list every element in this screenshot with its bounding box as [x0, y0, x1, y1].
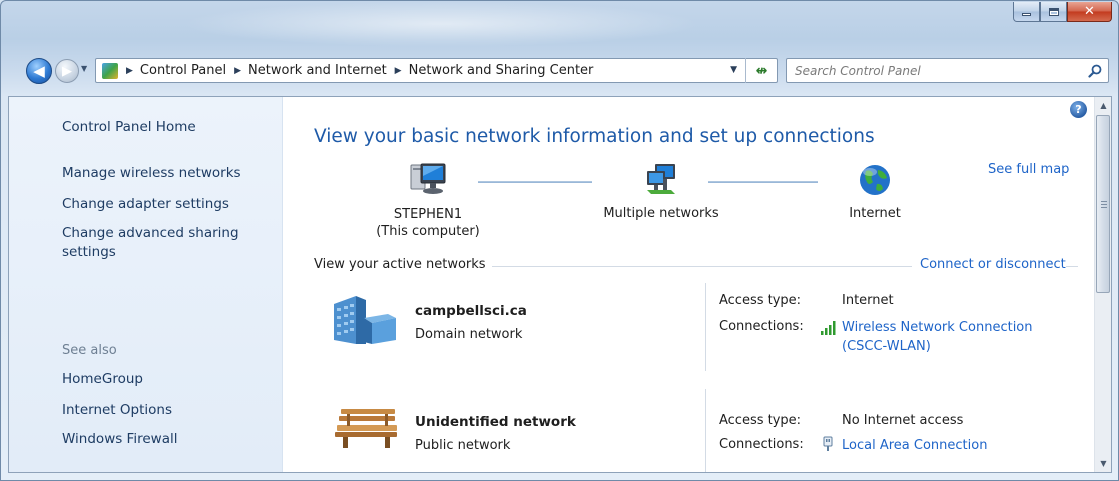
domain-building-icon — [334, 296, 396, 344]
forward-button[interactable]: ▶ — [55, 59, 79, 83]
internet-options-link[interactable]: Internet Options — [62, 402, 172, 418]
scrollbar-thumb[interactable] — [1096, 115, 1110, 293]
map-node-multiple-networks[interactable] — [601, 162, 721, 198]
minimize-button[interactable] — [1013, 2, 1040, 22]
search-icon — [1088, 64, 1102, 78]
window-frame: ✕ ◀ ▶ ▼ ▶ Control Panel ▶ Network and In… — [0, 0, 1119, 481]
wireless-connection-name[interactable]: Wireless Network Connection — [842, 318, 1033, 337]
forward-arrow-icon: ▶ — [62, 63, 72, 79]
map-node-internet[interactable] — [830, 162, 920, 198]
task-sidebar: Control Panel Home Manage wireless netwo… — [9, 97, 283, 472]
network-2-connections-label: Connections: — [719, 437, 804, 452]
client-area: Control Panel Home Manage wireless netwo… — [8, 96, 1112, 473]
network-2-name: Unidentified network — [415, 414, 576, 430]
maximize-button[interactable] — [1040, 2, 1067, 22]
navigation-bar: ◀ ▶ ▼ ▶ Control Panel ▶ Network and Inte… — [1, 55, 1118, 85]
refresh-icon: ↮ — [755, 62, 768, 79]
recent-pages-dropdown[interactable]: ▼ — [81, 64, 91, 74]
network-1-access-type-label: Access type: — [719, 293, 802, 308]
map-computer-label: STEPHEN1 (This computer) — [368, 206, 488, 240]
caption-buttons: ✕ — [1013, 2, 1112, 22]
page-title: View your basic network information and … — [314, 126, 875, 147]
refresh-button[interactable]: ↮ — [745, 58, 777, 83]
scroll-up-arrow-icon[interactable]: ▲ — [1095, 97, 1111, 114]
manage-wireless-networks-link[interactable]: Manage wireless networks — [62, 165, 241, 181]
network-1-connections-label: Connections: — [719, 319, 804, 334]
minimize-icon — [1022, 13, 1031, 16]
connect-or-disconnect-link[interactable]: Connect or disconnect — [912, 257, 1066, 272]
breadcrumb-separator-icon[interactable]: ▶ — [395, 66, 402, 76]
network-2-category-link[interactable]: Public network — [415, 438, 510, 453]
ethernet-plug-icon — [823, 436, 833, 451]
windows-firewall-link[interactable]: Windows Firewall — [62, 431, 177, 447]
homegroup-link[interactable]: HomeGroup — [62, 371, 143, 387]
map-multiple-networks-label: Multiple networks — [603, 206, 719, 221]
network-1-divider — [705, 283, 706, 371]
address-history-dropdown[interactable]: ▼ — [730, 65, 737, 75]
search-button[interactable] — [1082, 59, 1108, 82]
vertical-scrollbar[interactable]: ▲ ▼ — [1094, 97, 1111, 472]
breadcrumb-separator-icon[interactable]: ▶ — [126, 66, 133, 76]
network-2-divider — [705, 389, 706, 472]
change-advanced-sharing-settings-link[interactable]: Change advanced sharing settings — [62, 224, 262, 262]
close-button[interactable]: ✕ — [1067, 2, 1112, 22]
breadcrumb-network-and-sharing-center[interactable]: Network and Sharing Center — [409, 63, 594, 78]
computer-icon — [410, 163, 446, 194]
domain-network-icon — [330, 294, 398, 350]
breadcrumb-separator-icon[interactable]: ▶ — [234, 66, 241, 76]
map-link-computer-networks — [478, 181, 592, 183]
network-1-category-link[interactable]: Domain network — [415, 327, 522, 342]
close-icon: ✕ — [1084, 4, 1095, 19]
computer-subtitle: (This computer) — [376, 224, 480, 239]
scroll-down-arrow-icon[interactable]: ▼ — [1095, 455, 1111, 472]
title-bar[interactable]: ✕ — [1, 1, 1118, 49]
network-1-access-type-value: Internet — [842, 293, 894, 308]
breadcrumb-network-and-internet[interactable]: Network and Internet — [248, 63, 387, 78]
wireless-network-connection-link[interactable]: Wireless Network Connection (CSCC-WLAN) — [842, 318, 1033, 356]
public-network-icon — [335, 405, 401, 453]
wireless-connection-ssid[interactable]: (CSCC-WLAN) — [842, 337, 1033, 356]
computer-name: STEPHEN1 — [393, 207, 463, 222]
main-content: View your basic network information and … — [283, 97, 1095, 472]
wireless-signal-icon — [821, 321, 836, 335]
scrollbar-grip-icon — [1101, 201, 1107, 208]
search-input[interactable] — [795, 60, 1082, 81]
map-node-computer[interactable] — [368, 162, 488, 198]
title-bar-glow — [181, 1, 701, 47]
network-1-name: campbellsci.ca — [415, 303, 527, 319]
park-bench-icon — [335, 409, 397, 448]
breadcrumb-control-panel[interactable]: Control Panel — [140, 63, 226, 78]
globe-icon — [860, 165, 890, 195]
maximize-icon — [1048, 7, 1059, 16]
help-icon: ? — [1075, 103, 1082, 116]
map-internet-label: Internet — [849, 206, 901, 221]
local-area-connection-link[interactable]: Local Area Connection — [842, 436, 987, 455]
back-button[interactable]: ◀ — [26, 58, 52, 84]
multiple-networks-icon — [647, 164, 675, 194]
help-button[interactable]: ? — [1070, 101, 1087, 118]
see-full-map-link[interactable]: See full map — [988, 162, 1069, 177]
network-2-access-type-value: No Internet access — [842, 413, 964, 428]
network-2-access-type-label: Access type: — [719, 413, 802, 428]
control-panel-icon — [102, 62, 118, 79]
map-link-networks-internet — [708, 181, 818, 183]
back-arrow-icon: ◀ — [33, 62, 45, 80]
control-panel-home-link[interactable]: Control Panel Home — [62, 119, 196, 135]
see-also-heading: See also — [62, 343, 117, 358]
search-box[interactable] — [786, 58, 1109, 83]
active-networks-heading: View your active networks — [314, 257, 492, 272]
change-adapter-settings-link[interactable]: Change adapter settings — [62, 196, 229, 212]
address-bar[interactable]: ▶ Control Panel ▶ Network and Internet ▶… — [95, 58, 778, 83]
